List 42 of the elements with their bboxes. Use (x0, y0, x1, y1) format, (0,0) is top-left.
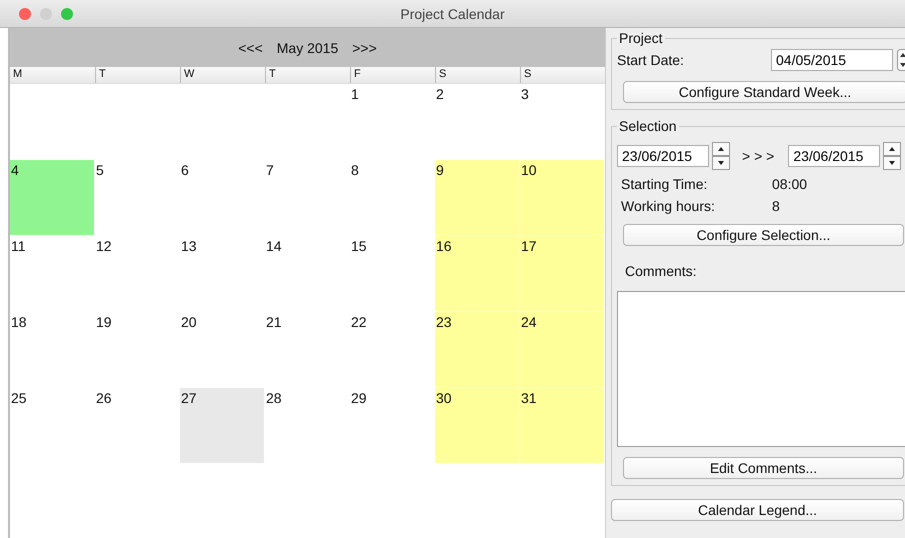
range-separator: > > > (741, 148, 776, 164)
day-cell[interactable]: 30 (435, 388, 519, 463)
comments-label: Comments: (625, 263, 698, 279)
weekday-header: T (95, 67, 180, 83)
field-label: Starting Time: (621, 176, 708, 192)
minimize-button[interactable] (40, 8, 52, 20)
start-date-field[interactable]: 04/05/2015 (771, 49, 893, 71)
field-value: 08:00 (772, 176, 808, 192)
weekday-header: F (350, 67, 435, 83)
edit-comments-button[interactable]: Edit Comments... (623, 457, 904, 479)
previous-month-button[interactable]: <<< (238, 40, 263, 56)
day-cell[interactable]: 17 (520, 236, 604, 311)
configure-selection-button[interactable]: Configure Selection... (623, 224, 904, 246)
next-month-button[interactable]: >>> (352, 40, 377, 56)
day-cell[interactable]: 24 (520, 312, 604, 387)
from-date-field[interactable]: 23/06/2015 (617, 145, 709, 167)
group-title: Project (618, 30, 664, 46)
day-cell[interactable]: 27 (180, 388, 264, 463)
day-cell[interactable]: 9 (435, 160, 519, 235)
field-label: Working hours: (621, 198, 716, 214)
comments-field[interactable] (617, 291, 905, 447)
day-cell[interactable]: 4 (10, 160, 94, 235)
field-value: 8 (772, 198, 780, 214)
day-cell[interactable]: 16 (435, 236, 519, 311)
start-date-label: Start Date: (617, 52, 685, 68)
group-title: Selection (618, 118, 678, 134)
day-cell[interactable]: 31 (520, 388, 604, 463)
zoom-button[interactable] (61, 8, 73, 20)
spinner-control[interactable] (883, 142, 902, 170)
day-cell[interactable]: 23 (435, 312, 519, 387)
month-title: May 2015 (276, 40, 338, 56)
close-button[interactable] (19, 8, 31, 20)
day-cell[interactable]: 10 (520, 160, 604, 235)
to-date-field[interactable]: 23/06/2015 (788, 145, 880, 167)
calendar-legend-button[interactable]: Calendar Legend... (611, 499, 904, 521)
configure-standard-week-button[interactable]: Configure Standard Week... (623, 81, 905, 103)
weekday-header: T (265, 67, 350, 83)
weekday-header: W (180, 67, 265, 83)
weekday-header: S (435, 67, 520, 83)
window-title: Project Calendar (400, 6, 505, 22)
weekday-header: M (12, 67, 24, 82)
spinner-control[interactable] (712, 142, 730, 170)
